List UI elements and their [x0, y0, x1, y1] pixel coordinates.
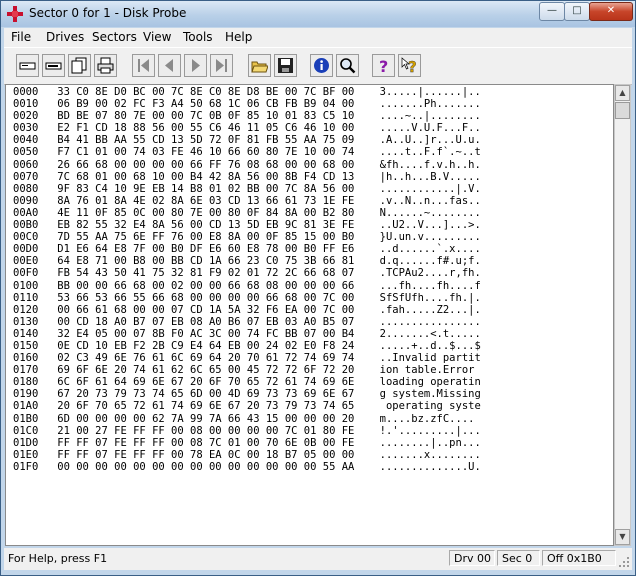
hex-row[interactable]: 0060 26 66 68 00 00 00 00 66 FF 76 08 68…	[13, 159, 481, 171]
info-button[interactable]	[310, 54, 333, 77]
svg-text:?: ?	[408, 58, 417, 74]
menu-view[interactable]: View	[143, 30, 171, 44]
next-sector-icon	[192, 59, 200, 72]
last-sector-button[interactable]	[210, 54, 233, 77]
hex-row[interactable]: 0100 BB 00 00 66 68 00 02 00 00 66 68 08…	[13, 280, 481, 292]
hex-row[interactable]: 0070 7C 68 01 00 68 10 00 B4 42 8A 56 00…	[13, 171, 481, 183]
hex-row[interactable]: 0010 06 B9 00 02 FC F3 A4 50 68 1C 06 CB…	[13, 98, 481, 110]
search-icon	[340, 58, 356, 74]
hex-row[interactable]: 00F0 FB 54 43 50 41 75 32 81 F9 02 01 72…	[13, 267, 481, 279]
sector-hex-view[interactable]: 0000 33 C0 8E D0 BC 00 7C 8E C0 8E D8 BE…	[5, 84, 614, 546]
window-title: Sector 0 for 1 - Disk Probe	[29, 6, 187, 20]
info-icon	[314, 58, 329, 73]
hex-row[interactable]: 00D0 D1 E6 64 E8 7F 00 B0 DF E6 60 E8 78…	[13, 243, 481, 255]
prev-sector-icon	[165, 59, 173, 72]
resize-grip-icon[interactable]	[618, 556, 630, 568]
hex-row[interactable]: 0090 8A 76 01 8A 4E 02 8A 6E 03 CD 13 66…	[13, 195, 481, 207]
title-bar[interactable]: Sector 0 for 1 - Disk Probe — □ ✕	[1, 1, 635, 27]
help-icon: ?	[379, 57, 388, 74]
menu-bar: File Drives Sectors View Tools Help	[4, 28, 632, 47]
hex-dump[interactable]: 0000 33 C0 8E D0 BC 00 7C 8E C0 8E D8 BE…	[13, 86, 481, 473]
drive-icon	[19, 62, 36, 70]
hex-row[interactable]: 0160 02 C3 49 6E 76 61 6C 69 64 20 70 61…	[13, 352, 481, 364]
hex-row[interactable]: 0130 00 CD 18 A0 B7 07 EB 08 A0 B6 07 EB…	[13, 316, 481, 328]
copy-sector-button[interactable]	[68, 54, 91, 77]
open-file-button[interactable]	[248, 54, 271, 77]
open-file-icon	[251, 61, 268, 73]
volume-icon	[45, 62, 62, 70]
hex-row[interactable]: 0140 32 E4 05 00 07 8B F0 AC 3C 00 74 FC…	[13, 328, 481, 340]
drive-button[interactable]	[16, 54, 39, 77]
first-sector-icon	[138, 59, 149, 72]
hex-row[interactable]: 00A0 4E 11 0F 85 0C 00 80 7E 00 80 0F 84…	[13, 207, 481, 219]
last-sector-icon	[216, 59, 227, 72]
save-button[interactable]	[274, 54, 297, 77]
vertical-scrollbar[interactable]: ▲ ▼	[614, 84, 631, 546]
copy-sector-icon	[71, 57, 87, 74]
menu-file[interactable]: File	[11, 30, 31, 44]
context-help-icon: ?	[401, 57, 417, 74]
search-button[interactable]	[336, 54, 359, 77]
hex-row[interactable]: 00B0 EB 82 55 32 E4 8A 56 00 CD 13 5D EB…	[13, 219, 481, 231]
context-help-button[interactable]: ?	[398, 54, 421, 77]
status-bar: For Help, press F1 Drv 00 Sec 0 Off 0x1B…	[4, 548, 632, 570]
hex-row[interactable]: 0190 67 20 73 79 73 74 65 6D 00 4D 69 73…	[13, 388, 481, 400]
hex-row[interactable]: 0050 F7 C1 01 00 74 03 FE 46 10 66 60 80…	[13, 146, 481, 158]
hex-row[interactable]: 0180 6C 6F 61 64 69 6E 67 20 6F 70 65 72…	[13, 376, 481, 388]
scroll-down-button[interactable]: ▼	[615, 529, 630, 545]
hex-row[interactable]: 0000 33 C0 8E D0 BC 00 7C 8E C0 8E D8 BE…	[13, 86, 481, 98]
first-sector-button[interactable]	[132, 54, 155, 77]
save-icon	[278, 58, 293, 73]
prev-sector-button[interactable]	[158, 54, 181, 77]
hex-row[interactable]: 01C0 21 00 27 FE FF FF 00 08 00 00 00 00…	[13, 425, 481, 437]
hex-row[interactable]: 0020 BD BE 07 80 7E 00 00 7C 0B 0F 85 10…	[13, 110, 481, 122]
hex-row[interactable]: 0110 53 66 53 66 55 66 68 00 00 00 00 66…	[13, 292, 481, 304]
maximize-button[interactable]: □	[564, 2, 590, 21]
hex-row[interactable]: 01F0 00 00 00 00 00 00 00 00 00 00 00 00…	[13, 461, 481, 473]
hex-row[interactable]: 0120 00 66 61 68 00 00 07 CD 1A 5A 32 F6…	[13, 304, 481, 316]
hex-row[interactable]: 0040 B4 41 BB AA 55 CD 13 5D 72 0F 81 FB…	[13, 134, 481, 146]
hex-row[interactable]: 01B0 6D 00 00 00 00 62 7A 99 7A 66 43 15…	[13, 413, 481, 425]
menu-help[interactable]: Help	[225, 30, 252, 44]
hex-row[interactable]: 0030 E2 F1 CD 18 88 56 00 55 C6 46 11 05…	[13, 122, 481, 134]
close-button[interactable]: ✕	[589, 2, 633, 21]
hex-row[interactable]: 0080 9F 83 C4 10 9E EB 14 B8 01 02 BB 00…	[13, 183, 481, 195]
status-drive: Drv 00	[449, 550, 495, 566]
menu-drives[interactable]: Drives	[46, 30, 84, 44]
toolbar: ? ?	[4, 47, 632, 85]
hex-row[interactable]: 01D0 FF FF 07 FE FF FF 00 08 7C 01 00 70…	[13, 437, 481, 449]
hex-row[interactable]: 0150 0E CD 10 EB F2 2B C9 E4 64 EB 00 24…	[13, 340, 481, 352]
print-icon	[97, 57, 114, 74]
hex-row[interactable]: 01E0 FF FF 07 FE FF FF 00 78 EA 0C 00 18…	[13, 449, 481, 461]
hex-row[interactable]: 0170 69 6F 6E 20 74 61 62 6C 65 00 45 72…	[13, 364, 481, 376]
volume-button[interactable]	[42, 54, 65, 77]
next-sector-button[interactable]	[184, 54, 207, 77]
scroll-up-button[interactable]: ▲	[615, 85, 630, 101]
status-help-text: For Help, press F1	[8, 552, 108, 565]
minimize-button[interactable]: —	[539, 2, 565, 21]
hex-row[interactable]: 00C0 7D 55 AA 75 6E FF 76 00 E8 8A 00 0F…	[13, 231, 481, 243]
hex-row[interactable]: 01A0 20 6F 70 65 72 61 74 69 6E 67 20 73…	[13, 400, 481, 412]
hex-row[interactable]: 00E0 64 E8 71 00 B8 00 BB CD 1A 66 23 C0…	[13, 255, 481, 267]
app-window: Sector 0 for 1 - Disk Probe — □ ✕ File D…	[0, 0, 636, 576]
help-button[interactable]: ?	[372, 54, 395, 77]
status-offset: Off 0x1B0	[542, 550, 616, 566]
disk-probe-app-icon	[7, 6, 23, 22]
print-button[interactable]	[94, 54, 117, 77]
svg-text:?: ?	[379, 57, 388, 74]
status-sector: Sec 0	[497, 550, 540, 566]
menu-sectors[interactable]: Sectors	[92, 30, 137, 44]
scroll-thumb[interactable]	[615, 102, 630, 119]
menu-tools[interactable]: Tools	[183, 30, 213, 44]
